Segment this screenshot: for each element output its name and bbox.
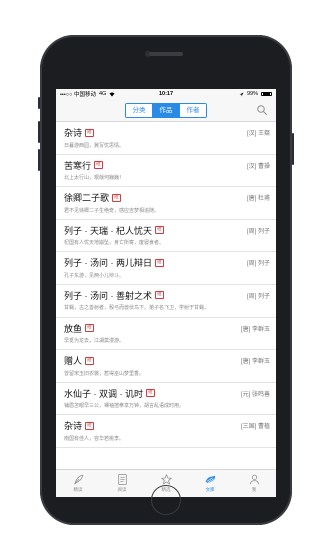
work-excerpt: 日暮游西园，冀写忧思情。 [64,142,125,149]
volume-down-button [38,149,40,171]
segmented-control: 分类 作品 作者 [125,102,207,118]
short-tag: 短 [94,161,103,170]
short-tag: 短 [155,291,164,300]
list-item[interactable]: 杂诗 短 [汉] 王粲 日暮游西园，冀写忧思情。 [56,122,276,155]
short-tag: 短 [85,324,94,333]
work-author: [唐] 杜甫 [246,196,270,203]
phone-frame: •••○○ 中国移动 4G 10:17 99% 分类 作品 作者 杂诗 短 [汉… [38,35,294,525]
book-icon [117,474,127,485]
work-title: 列子 · 天瑞 · 杞人忧天 [64,225,152,236]
segment-works[interactable]: 作品 [152,103,179,117]
status-bar: •••○○ 中国移动 4G 10:17 99% [56,89,276,99]
tab-label: 文库 [205,487,215,492]
list-item[interactable]: 杂诗 短 [三国] 曹植 南国有佳人，容华若桃李。 [56,415,276,448]
tab-label: 精读 [73,487,83,492]
mute-switch [38,97,40,109]
work-author: [元] 张鸣善 [240,391,270,398]
list-item[interactable]: 放鱼 短 [唐] 李群玉 早觅为龙去，江湖莫漫游。 [56,318,276,351]
works-list: 杂诗 短 [汉] 王粲 日暮游西园，冀写忧思情。 苦寒行 短 [汉] 曹操 北上… [56,122,276,470]
list-item[interactable]: 水仙子 · 双调 · 讥时 短 [元] 张鸣善 铺眉苫眼早三公，裸袖揎拳享万钟，… [56,383,276,416]
segment-authors[interactable]: 作者 [179,103,206,117]
power-button [292,133,294,165]
short-tag: 短 [85,128,94,137]
person-icon [249,474,259,485]
earpiece [149,52,183,56]
work-excerpt: 孔子东游，见两小儿辩斗。 [64,272,125,279]
work-author: [唐] 李群玉 [240,359,270,366]
tab-reading[interactable]: 阅读 [100,470,144,497]
work-title: 杂诗 [64,421,83,432]
work-author: [周] 列子 [246,228,270,235]
work-title: 苦寒行 [64,160,92,171]
home-button[interactable] [151,485,181,515]
list-item[interactable]: 列子 · 汤问 · 善射之术 短 [周] 列子 甘蝇，古之善射者，彀弓而兽伏鸟下… [56,285,276,318]
screenshot-stage: •••○○ 中国移动 4G 10:17 99% 分类 作品 作者 杂诗 短 [汉… [0,0,330,550]
tab-label: 我 [251,487,257,492]
volume-up-button [38,121,40,143]
carrier-label: •••○○ 中国移动 [60,92,96,98]
short-tag: 短 [112,193,121,202]
navigation-bar: 分类 作品 作者 [56,99,276,122]
segment-category[interactable]: 分类 [126,103,152,117]
library-icon [205,475,215,483]
work-author: [汉] 王粲 [246,131,270,137]
battery-percent: 99% [247,91,259,97]
wifi-icon [109,92,115,96]
network-label: 4G [98,91,107,97]
list-item[interactable]: 苦寒行 短 [汉] 曹操 北上太行山，艰哉何巍巍！ [56,155,276,188]
tab-library[interactable]: 文库 [188,470,232,497]
work-author: [周] 列子 [246,261,270,268]
short-tag: 短 [155,226,164,235]
work-author: [汉] 曹操 [246,163,270,170]
short-tag: 短 [155,258,164,267]
tab-intensive-reading[interactable]: 精读 [56,470,100,497]
work-excerpt: 君不见徐卿二子生绝奇，感应吉梦相追随。 [64,207,160,214]
app-screen: •••○○ 中国移动 4G 10:17 99% 分类 作品 作者 杂诗 短 [汉… [56,89,276,497]
work-excerpt: 杞国有人忧天地崩坠，身亡所寄，废寝食者。 [64,240,165,247]
clock: 10:17 [158,91,174,97]
work-title: 放鱼 [64,323,83,334]
work-author: [三国] 曹植 [240,424,270,431]
work-excerpt: 甘蝇，古之善射者，彀弓而兽伏鸟下。弟子名飞卫，学射于甘蝇， [64,305,210,312]
work-title: 列子 · 汤问 · 善射之术 [64,290,152,301]
work-title: 赠人 [64,356,83,367]
short-tag: 短 [85,356,94,365]
tab-me[interactable]: 我 [232,470,276,497]
location-icon [239,92,244,96]
work-excerpt: 早觅为龙去，江湖莫漫游。 [64,338,125,345]
list-item[interactable]: 列子 · 汤问 · 两儿辩日 短 [周] 列子 孔子东游，见两小儿辩斗。 [56,252,276,285]
short-tag: 短 [85,421,94,430]
work-excerpt: 铺眉苫眼早三公，裸袖揎拳享万钟，胡言乱语成时用。 [64,403,185,410]
work-excerpt: 北上太行山，艰哉何巍巍！ [64,175,125,182]
work-author: [唐] 李群玉 [240,326,270,333]
short-tag: 短 [146,389,155,398]
work-title: 徐卿二子歌 [64,193,110,204]
work-excerpt: 南国有佳人，容华若桃李。 [64,435,125,442]
quill-icon [73,474,83,485]
search-icon[interactable] [256,104,268,116]
list-item[interactable]: 赠人 短 [唐] 李群玉 曾留宋玉旧衣裳，惹得巫山梦里香。 [56,350,276,383]
list-item[interactable]: 徐卿二子歌 短 [唐] 杜甫 君不见徐卿二子生绝奇，感应吉梦相追随。 [56,187,276,220]
work-excerpt: 曾留宋玉旧衣裳，惹得巫山梦里香。 [64,370,145,377]
list-item[interactable]: 列子 · 天瑞 · 杞人忧天 短 [周] 列子 杞国有人忧天地崩坠，身亡所寄，废… [56,220,276,253]
work-title: 列子 · 汤问 · 两儿辩日 [64,258,152,269]
work-title: 水仙子 · 双调 · 讥时 [64,388,143,399]
work-author: [周] 列子 [246,293,270,300]
work-title: 杂诗 [64,128,83,138]
battery-icon [261,91,273,97]
tab-label: 阅读 [117,487,127,492]
